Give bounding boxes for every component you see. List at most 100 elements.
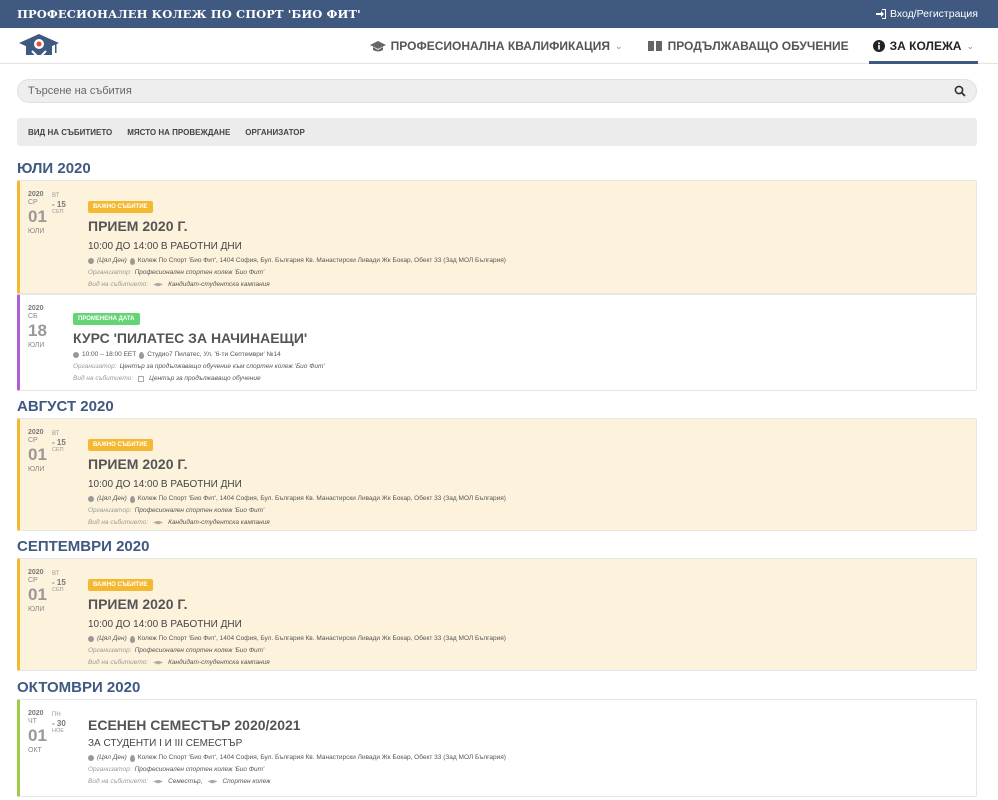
nav-professional-qualification[interactable]: ПРОФЕСИОНАЛНА КВАЛИФИКАЦИЯ ⌄ xyxy=(366,28,627,64)
college-logo-icon[interactable] xyxy=(17,31,61,61)
event-end-month: НОЕ xyxy=(52,728,64,734)
event-end-weekday: ПН xyxy=(52,712,61,718)
event-end-month: СЕП xyxy=(52,209,64,215)
event-time: 10:00 – 18:00 EET xyxy=(82,351,137,358)
event-title[interactable]: ПРИЕМ 2020 Г. xyxy=(88,455,966,473)
nav-about-college[interactable]: ЗА КОЛЕЖА ⌄ xyxy=(868,28,978,64)
chevron-down-icon: ⌄ xyxy=(966,40,974,51)
event-card[interactable]: 2020 СР 01 ЮЛИ ВТ - 15 СЕП ВАЖНО СЪБИТИЕ… xyxy=(17,180,977,294)
important-badge: ВАЖНО СЪБИТИЕ xyxy=(88,201,153,213)
login-link[interactable]: Вход/Регистрация xyxy=(875,8,978,20)
top-bar: ПРОФЕСИОНАЛЕН КОЛЕЖ ПО СПОРТ 'БИО ФИТ' В… xyxy=(0,0,998,28)
filter-venue[interactable]: МЯСТО НА ПРОВЕЖДАНЕ xyxy=(127,128,230,137)
event-location[interactable]: Колеж По Спорт 'Био Фит', 1404 София, Бу… xyxy=(138,255,506,267)
event-organizer: Организатор: Професионален спортен колеж… xyxy=(88,505,966,517)
clock-icon xyxy=(73,352,79,358)
type-value[interactable]: Кандидат-студентска кампания xyxy=(168,657,270,669)
type-value[interactable]: Кандидат-студентска кампания xyxy=(168,517,270,529)
event-card[interactable]: 2020 СБ 18 ЮЛИ ПРОМЕНЕНА ДАТА КУРС 'ПИЛА… xyxy=(17,294,977,391)
nav-label: ПРОДЪЛЖАВАЩО ОБУЧЕНИЕ xyxy=(667,39,849,53)
event-body: ВАЖНО СЪБИТИЕ ПРИЕМ 2020 Г. 10:00 ДО 14:… xyxy=(88,195,966,291)
site-title[interactable]: ПРОФЕСИОНАЛЕН КОЛЕЖ ПО СПОРТ 'БИО ФИТ' xyxy=(17,7,361,21)
event-day: 18 xyxy=(28,321,47,340)
event-title[interactable]: ПРИЕМ 2020 Г. xyxy=(88,595,966,613)
organizer-label: Организатор: xyxy=(88,766,132,773)
important-badge: ВАЖНО СЪБИТИЕ xyxy=(88,579,153,591)
event-type: Вид на събитието: Кандидат-студентска ка… xyxy=(88,657,966,669)
organizer-name[interactable]: Професионален спортен колеж 'Био Фит' xyxy=(135,267,265,279)
event-location[interactable]: Студио7 Пилатес, Ул. '6-ти Септември' №1… xyxy=(147,349,281,361)
organizer-name[interactable]: Професионален спортен колеж 'Био Фит' xyxy=(135,764,265,776)
event-end-day: - 15 xyxy=(52,578,66,587)
clock-icon xyxy=(88,496,94,502)
organizer-label: Организатор: xyxy=(88,507,132,514)
event-end-weekday: ВТ xyxy=(52,193,60,199)
map-marker-icon xyxy=(129,754,135,762)
graduation-cap-icon xyxy=(153,520,164,525)
graduation-cap-icon xyxy=(153,779,164,784)
filter-organizer[interactable]: ОРГАНИЗАТОР xyxy=(245,128,305,137)
event-organizer: Организатор: Професионален спортен колеж… xyxy=(88,764,966,776)
type-value[interactable]: Кандидат-студентска кампания xyxy=(168,279,270,291)
event-location[interactable]: Колеж По Спорт 'Био Фит', 1404 София, Бу… xyxy=(138,493,506,505)
event-subtitle: 10:00 ДО 14:00 В РАБОТНИ ДНИ xyxy=(88,241,242,252)
event-title[interactable]: ПРИЕМ 2020 Г. xyxy=(88,217,966,235)
event-type: Вид на събитието: Кандидат-студентска ка… xyxy=(88,517,966,529)
organizer-name[interactable]: Център за продължаващо обучение към спор… xyxy=(120,361,325,373)
event-search-bar xyxy=(17,79,977,103)
graduation-cap-icon xyxy=(153,282,164,287)
type-value[interactable]: Център за продължаващо обучение xyxy=(149,373,260,385)
event-location[interactable]: Колеж По Спорт 'Био Фит', 1404 София, Бу… xyxy=(138,752,506,764)
type-value[interactable]: Спортен колеж xyxy=(222,776,270,788)
map-marker-icon xyxy=(139,351,145,359)
organizer-name[interactable]: Професионален спортен колеж 'Био Фит' xyxy=(135,505,265,517)
event-location[interactable]: Колеж По Спорт 'Био Фит', 1404 София, Бу… xyxy=(138,633,506,645)
event-time-location: (Цял Ден) Колеж По Спорт 'Био Фит', 1404… xyxy=(88,633,966,645)
event-end-day: - 15 xyxy=(52,438,66,447)
type-label: Вид на събитието: xyxy=(88,659,149,666)
event-end-date: ПН - 30 НОЕ xyxy=(52,712,68,735)
type-label: Вид на събитието: xyxy=(88,519,149,526)
month-heading: ОКТОМВРИ 2020 xyxy=(17,679,141,696)
sign-in-icon xyxy=(875,9,886,19)
event-title[interactable]: КУРС 'ПИЛАТЕС ЗА НАЧИНАЕЩИ' xyxy=(73,329,966,347)
event-card[interactable]: 2020 ЧТ 01 ОКТ ПН - 30 НОЕ ЕСЕНЕН СЕМЕСТ… xyxy=(17,699,977,797)
event-time: (Цял Ден) xyxy=(97,635,127,642)
event-filters: ВИД НА СЪБИТИЕТО МЯСТО НА ПРОВЕЖДАНЕ ОРГ… xyxy=(17,118,977,146)
date-changed-badge: ПРОМЕНЕНА ДАТА xyxy=(73,313,140,325)
filter-event-type[interactable]: ВИД НА СЪБИТИЕТО xyxy=(28,128,112,137)
event-date: 2020 СБ 18 ЮЛИ xyxy=(28,305,58,351)
nav-continuing-education[interactable]: ПРОДЪЛЖАВАЩО ОБУЧЕНИЕ xyxy=(643,28,853,64)
organizer-label: Организатор: xyxy=(88,647,132,654)
chevron-down-icon: ⌄ xyxy=(615,40,623,51)
event-time: (Цял Ден) xyxy=(97,257,127,264)
main-menu: ПРОФЕСИОНАЛНА КВАЛИФИКАЦИЯ ⌄ ПРОДЪЛЖАВАЩ… xyxy=(350,28,978,64)
event-card[interactable]: 2020 СР 01 ЮЛИ ВТ - 15 СЕП ВАЖНО СЪБИТИЕ… xyxy=(17,418,977,531)
type-value[interactable]: Семестър, xyxy=(168,776,202,788)
clock-icon xyxy=(88,755,94,761)
event-body: ВАЖНО СЪБИТИЕ ПРИЕМ 2020 Г. 10:00 ДО 14:… xyxy=(88,433,966,529)
event-subtitle: ЗА СТУДЕНТИ I И III СЕМЕСТЪР xyxy=(88,738,243,749)
type-label: Вид на събитието: xyxy=(88,778,149,785)
event-body: ВАЖНО СЪБИТИЕ ПРИЕМ 2020 Г. 10:00 ДО 14:… xyxy=(88,573,966,669)
organizer-name[interactable]: Професионален спортен колеж 'Био Фит' xyxy=(135,645,265,657)
graduation-cap-icon xyxy=(207,779,218,784)
event-year: 2020 xyxy=(28,305,44,312)
type-label: Вид на събитието: xyxy=(88,281,149,288)
event-title[interactable]: ЕСЕНЕН СЕМЕСТЪР 2020/2021 xyxy=(88,716,966,734)
search-icon[interactable] xyxy=(954,85,966,97)
event-organizer: Организатор: Център за продължаващо обуч… xyxy=(73,361,966,373)
event-time-location: 10:00 – 18:00 EET Студио7 Пилатес, Ул. '… xyxy=(73,349,966,361)
graduation-cap-icon xyxy=(153,660,164,665)
event-body: ПРОМЕНЕНА ДАТА КУРС 'ПИЛАТЕС ЗА НАЧИНАЕЩ… xyxy=(73,307,966,385)
map-marker-icon xyxy=(129,257,135,265)
main-navbar: ПРОФЕСИОНАЛНА КВАЛИФИКАЦИЯ ⌄ ПРОДЪЛЖАВАЩ… xyxy=(0,28,998,64)
graduation-cap-icon xyxy=(369,41,386,52)
event-body: ЕСЕНЕН СЕМЕСТЪР 2020/2021 ЗА СТУДЕНТИ I … xyxy=(88,712,966,788)
event-end-date: ВТ - 15 СЕП xyxy=(52,431,68,454)
event-search-input[interactable] xyxy=(28,85,954,97)
event-card[interactable]: 2020 СР 01 ЮЛИ ВТ - 15 СЕП ВАЖНО СЪБИТИЕ… xyxy=(17,558,977,671)
event-end-weekday: ВТ xyxy=(52,571,60,577)
event-month: ЮЛИ xyxy=(28,466,45,473)
month-heading: СЕПТЕМВРИ 2020 xyxy=(17,538,150,555)
